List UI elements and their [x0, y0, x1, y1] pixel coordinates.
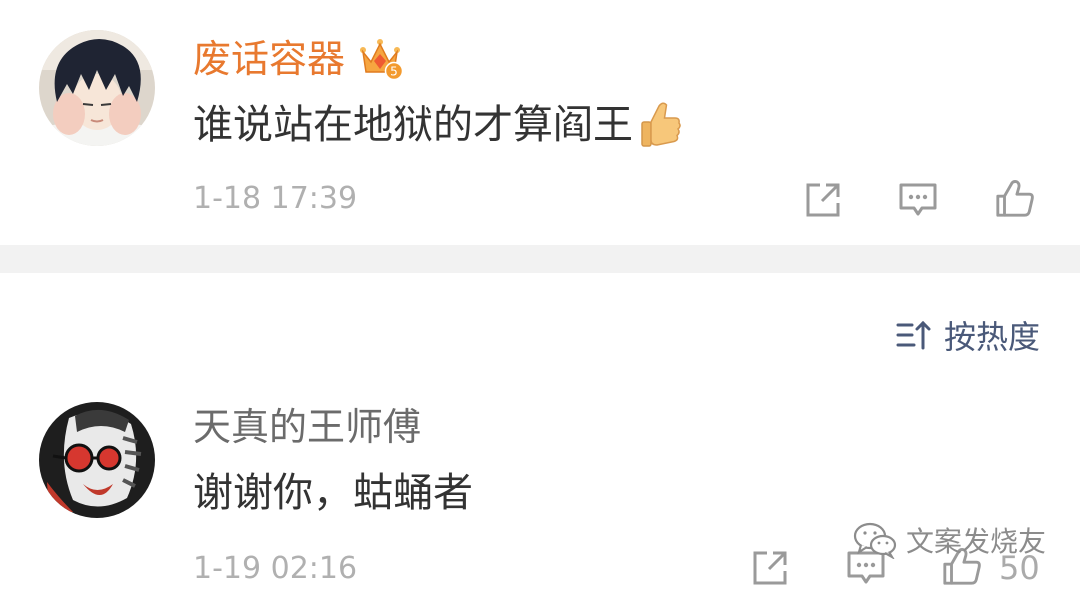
- watermark-text: 文案发烧友: [905, 525, 1046, 558]
- comment-icon: [899, 183, 937, 216]
- share-button[interactable]: [802, 179, 844, 221]
- like-button[interactable]: [994, 178, 1036, 220]
- avatar-joker-image: [39, 402, 155, 518]
- watermark: 文案发烧友: [852, 520, 1046, 560]
- username[interactable]: 天真的王师傅: [193, 404, 421, 450]
- share-icon: [806, 183, 840, 217]
- username-row: 废话容器 5: [193, 36, 404, 82]
- crown-badge-icon[interactable]: 5: [357, 36, 404, 82]
- comment-time: 1-18 17:39: [193, 181, 358, 216]
- comment-text: 谁说站在地狱的才算阎王: [193, 102, 633, 148]
- comment-text-row: 谢谢你，蛄蛹者: [193, 468, 473, 518]
- sort-icon: [896, 320, 931, 350]
- username[interactable]: 废话容器: [193, 36, 345, 82]
- share-button[interactable]: [749, 547, 791, 589]
- username-row: 天真的王师傅: [193, 404, 421, 450]
- sort-label: 按热度: [943, 318, 1040, 356]
- share-icon: [753, 551, 787, 585]
- wechat-icon: [853, 522, 897, 559]
- comment-time: 1-19 02:16: [193, 551, 358, 586]
- thumbs-up-emoji-icon: [641, 102, 681, 147]
- avatar[interactable]: [39, 30, 155, 146]
- avatar-anime-boy-image: [39, 30, 155, 146]
- like-icon: [996, 180, 1034, 217]
- comment-button[interactable]: [897, 179, 939, 221]
- avatar[interactable]: [39, 402, 155, 518]
- comment-text: 谢谢你，蛄蛹者: [193, 470, 473, 516]
- badge-level: 5: [390, 65, 398, 79]
- comment-text-row: 谁说站在地狱的才算阎王: [193, 100, 683, 150]
- section-separator: [0, 245, 1080, 273]
- sort-by-hot-toggle[interactable]: 按热度: [896, 316, 1040, 356]
